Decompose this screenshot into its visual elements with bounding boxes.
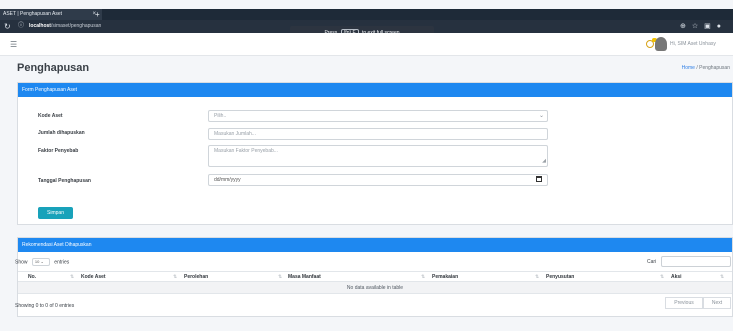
breadcrumb: Home / Penghapusan [682, 65, 730, 71]
avatar[interactable] [655, 37, 667, 51]
kode-aset-select[interactable]: Pilih.. ⌄ [208, 110, 548, 122]
share-icon[interactable]: ⊕ [680, 23, 692, 30]
jumlah-input[interactable]: Masukan Jumlah... [208, 128, 548, 140]
sort-icon: ⇅ [660, 274, 665, 280]
show-label: Show [15, 259, 28, 266]
entries-select[interactable]: 10 ⌄ [31, 258, 50, 266]
browser-tab[interactable]: ASET | Penghapusan Aset × [0, 9, 102, 20]
breadcrumb-separator: / [696, 65, 698, 71]
profile-icon[interactable]: ● [717, 23, 727, 30]
tanggal-input[interactable]: dd/mm/yyyy [208, 174, 548, 186]
page-title: Penghapusan [17, 62, 90, 74]
jumlah-placeholder: Masukan Jumlah... [214, 131, 256, 137]
sort-icon: ⇅ [421, 274, 426, 280]
resize-grip-icon[interactable]: ◢ [542, 156, 546, 166]
entries-selected: 10 [34, 259, 40, 264]
chevron-down-icon: ⌄ [40, 259, 44, 264]
faktor-textarea[interactable]: Masukan Faktor Penyebab... ◢ [208, 145, 548, 167]
url-host: localhost [29, 23, 51, 29]
previous-page-button[interactable]: Previous [665, 297, 703, 309]
browser-tab-strip: ASET | Penghapusan Aset × + [0, 9, 733, 20]
topbar: ☰ Hi, SIM Aset Unhasy [0, 33, 733, 56]
next-page-button[interactable]: Next [703, 297, 731, 309]
page-header: Penghapusan Home / Penghapusan [0, 56, 733, 82]
search-label: Cari [647, 259, 657, 265]
url-field[interactable]: localhost/simaset/penghapusan [29, 20, 101, 33]
new-tab-button[interactable]: + [95, 9, 100, 20]
tab-title: ASET | Penghapusan Aset [3, 11, 63, 17]
star-icon[interactable]: ☆ [692, 23, 704, 30]
window-icon[interactable]: ▣ [704, 23, 717, 30]
browser-actions: ⊕☆▣● [680, 20, 727, 33]
table-card: Rekomendasi Aset Dihapuskan Show 10 ⌄ en… [15, 237, 733, 317]
kode-aset-selected: Pilih.. [214, 113, 227, 119]
breadcrumb-home[interactable]: Home [682, 65, 695, 71]
sort-icon: ⇅ [70, 274, 75, 280]
simpan-button[interactable]: Simpan [38, 207, 73, 219]
reload-icon[interactable]: ↻ [4, 21, 11, 32]
info-icon[interactable]: ⓘ [18, 21, 24, 32]
faktor-label: Faktor Penyebab [38, 148, 79, 154]
sort-icon: ⇅ [535, 274, 540, 280]
tanggal-label: Tanggal Penghapusan [38, 178, 91, 184]
breadcrumb-current: Penghapusan [699, 65, 730, 71]
sort-icon: ⇅ [720, 274, 725, 280]
hamburger-menu-icon[interactable]: ☰ [10, 40, 17, 49]
sort-icon: ⇅ [278, 274, 283, 280]
jumlah-label: Jumlah dihapuskan [38, 130, 85, 136]
empty-table-row: No data available in table [18, 282, 732, 294]
entries-label: entries [54, 259, 70, 266]
kode-aset-label: Kode Aset [38, 113, 63, 119]
tanggal-placeholder: dd/mm/yyyy [214, 177, 241, 183]
table-card-header: Rekomendasi Aset Dihapuskan [18, 238, 732, 252]
url-path: /simaset/penghapusan [50, 23, 102, 29]
form-card: Form Penghapusan Aset Kode Aset Pilih.. … [17, 82, 733, 225]
table-info: Showing 0 to 0 of 0 entries [15, 303, 75, 309]
faktor-placeholder: Masukan Faktor Penyebab... [214, 148, 278, 154]
search-input[interactable] [661, 256, 731, 267]
chevron-down-icon: ⌄ [538, 113, 544, 119]
user-greeting[interactable]: Hi, SIM Aset Unhasy [670, 33, 716, 56]
calendar-icon[interactable] [536, 176, 542, 182]
sort-icon: ⇅ [173, 274, 178, 280]
entries-control: Show 10 ⌄ entries [15, 258, 69, 266]
form-card-header: Form Penghapusan Aset [18, 83, 732, 97]
table-header-row: No. ⇅ Kode Aset ⇅ Perolehan ⇅ Masa Manfa… [18, 271, 732, 282]
